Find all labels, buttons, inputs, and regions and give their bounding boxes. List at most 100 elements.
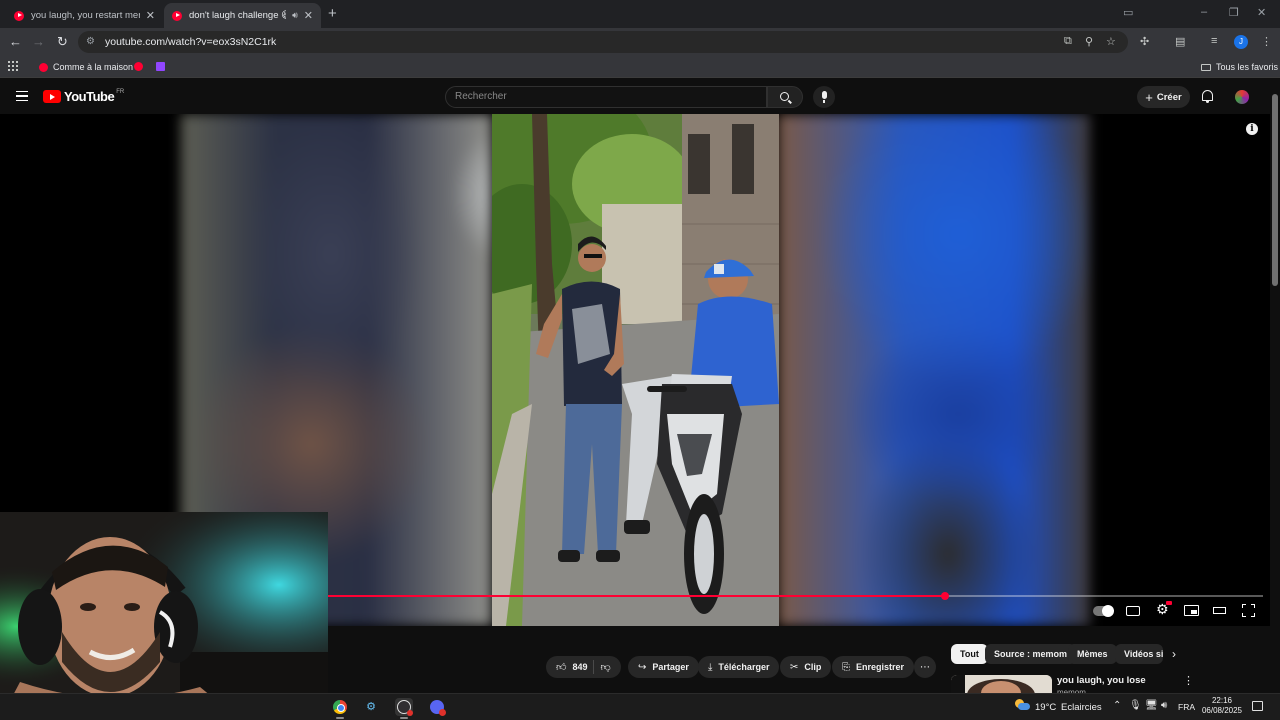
taskbar-obs[interactable]	[395, 698, 413, 719]
save-button[interactable]: ⎘ Enregistrer	[832, 656, 915, 678]
filter-chip-source[interactable]: Source : memom	[985, 644, 1077, 664]
close-tab-icon[interactable]: ✕	[146, 9, 155, 22]
create-button[interactable]: + Créer	[1137, 86, 1190, 108]
youtube-favicon-icon	[39, 62, 48, 72]
bookmark-youtube[interactable]	[134, 62, 148, 71]
filter-chip-similar-videos[interactable]: Vidéos si	[1115, 644, 1163, 664]
bookmark-twitch[interactable]	[156, 62, 165, 71]
more-vertical-icon[interactable]: ⋮	[1183, 674, 1194, 687]
tray-network-icon[interactable]: 🖥︎	[1145, 700, 1158, 711]
reload-icon[interactable]: ↻	[57, 34, 68, 50]
plus-icon: +	[1145, 89, 1153, 105]
scissors-icon: ✂	[790, 661, 799, 673]
tray-chevron-up-icon[interactable]: ⌃	[1113, 700, 1121, 711]
taskbar-steam[interactable]: ⚙︎	[362, 698, 380, 716]
bookmark-comme-a-la-maison[interactable]: Comme à la maison	[39, 62, 133, 72]
browser-menu-icon[interactable]: ⋮	[1261, 35, 1272, 48]
taskbar-chrome[interactable]	[331, 698, 349, 719]
obs-icon	[397, 700, 413, 716]
weather-temperature[interactable]: 19°C	[1035, 702, 1056, 713]
subtitles-icon[interactable]	[1126, 606, 1140, 616]
browser-tab-strip: you laugh, you restart meme - ✕ don't la…	[0, 0, 1280, 28]
minimize-icon[interactable]: –	[1201, 6, 1207, 18]
settings-gear-icon[interactable]: ⚙︎	[1156, 601, 1172, 618]
close-tab-icon[interactable]: ✕	[304, 9, 313, 22]
forward-arrow-icon[interactable]: →	[32, 34, 45, 49]
fullscreen-icon[interactable]	[1242, 604, 1255, 617]
thumbnail-illustration	[951, 675, 1052, 695]
webcam-overlay	[0, 512, 328, 720]
new-tab-plus-icon[interactable]: +	[328, 5, 337, 22]
page-scrollbar[interactable]	[1270, 88, 1280, 698]
share-arrow-icon: ↪	[638, 661, 647, 673]
media-controls-icon[interactable]: ≡	[1211, 35, 1217, 47]
notification-center-icon[interactable]	[1252, 701, 1263, 711]
tray-volume-icon[interactable]: 🔊︎	[1161, 700, 1167, 711]
clip-button[interactable]: ✂ Clip	[780, 656, 832, 678]
video-progress-bar[interactable]	[328, 592, 1263, 600]
chrome-icon	[333, 700, 347, 714]
notifications-bell-icon[interactable]	[1202, 90, 1213, 103]
share-button[interactable]: ↪ Partager	[628, 656, 699, 678]
side-panel-icon[interactable]: ▤	[1175, 35, 1185, 48]
autoplay-toggle-icon[interactable]	[1093, 605, 1114, 617]
address-bar[interactable]: ⚙︎ youtube.com/watch?v=eox3sN2C1rk	[78, 31, 1128, 53]
apps-grid-icon[interactable]	[8, 61, 18, 71]
progress-played	[328, 595, 946, 597]
zoom-icon[interactable]: ⚲	[1085, 35, 1093, 48]
tab-you-laugh-you-restart[interactable]: you laugh, you restart meme - ✕	[6, 3, 163, 28]
voice-search-button[interactable]	[813, 86, 835, 108]
tab-search-icon[interactable]: ▭	[1123, 6, 1133, 19]
keyboard-language[interactable]: FRA	[1178, 702, 1195, 712]
discord-icon	[430, 700, 446, 716]
weather-condition[interactable]: Eclaircies	[1061, 702, 1102, 713]
like-divider	[593, 660, 595, 674]
scrollbar-thumb[interactable]	[1272, 94, 1278, 286]
thumbs-up-icon[interactable]: 👍︎	[556, 661, 566, 673]
logo-wordmark: YouTube	[64, 89, 115, 104]
recommendation-title[interactable]: you laugh, you lose	[1057, 675, 1146, 686]
url-text: youtube.com/watch?v=eox3sN2C1rk	[105, 36, 277, 48]
menu-hamburger-icon[interactable]	[16, 91, 28, 101]
search-button[interactable]	[767, 86, 803, 108]
hd-badge-icon	[1166, 601, 1172, 605]
theater-mode-icon[interactable]	[1213, 607, 1226, 614]
tab-title: don't laugh challenge 😆	[189, 10, 287, 21]
video-scene-illustration	[492, 114, 779, 626]
like-count[interactable]: 849	[572, 662, 587, 672]
speaker-icon[interactable]: 🔊︎	[292, 10, 298, 21]
taskbar-discord[interactable]	[428, 698, 446, 716]
taskbar-clock[interactable]: 22:16 06/08/2025	[1200, 696, 1244, 716]
recommendation-thumbnail[interactable]	[951, 675, 1052, 695]
restore-icon[interactable]: ❐	[1229, 6, 1239, 19]
youtube-logo[interactable]: YouTube FR	[43, 89, 124, 104]
close-window-icon[interactable]: ✕	[1257, 6, 1266, 19]
filter-chip-memes[interactable]: Mèmes	[1068, 644, 1117, 664]
thumbs-down-icon[interactable]: 👎︎	[600, 661, 610, 673]
more-actions-button[interactable]: ⋯	[914, 656, 936, 678]
info-icon[interactable]: i	[1246, 123, 1258, 135]
tray-microphone-icon[interactable]: 🎙︎	[1129, 700, 1142, 711]
bookmark-star-icon[interactable]: ☆	[1106, 35, 1116, 48]
browser-profile-avatar[interactable]: J	[1234, 35, 1248, 49]
download-button[interactable]: ⤓ Télécharger	[698, 656, 780, 678]
weather-partly-cloudy-icon[interactable]	[1014, 699, 1030, 711]
browser-toolbar: ← → ↻ ⚙︎ youtube.com/watch?v=eox3sN2C1rk…	[0, 28, 1280, 56]
save-label: Enregistrer	[856, 662, 905, 672]
tab-dont-laugh-challenge[interactable]: don't laugh challenge 😆 🔊︎ ✕	[164, 3, 321, 28]
search-input[interactable]	[455, 91, 755, 102]
filter-chip-all[interactable]: Tout	[951, 644, 988, 664]
install-app-icon[interactable]: ⧉	[1064, 35, 1072, 48]
back-arrow-icon[interactable]: ←	[9, 34, 22, 49]
clip-label: Clip	[804, 662, 822, 672]
chevron-right-icon[interactable]: ›	[1172, 647, 1176, 661]
microphone-icon	[821, 91, 827, 103]
site-settings-icon[interactable]: ⚙︎	[86, 36, 97, 47]
youtube-play-logo-icon	[43, 90, 61, 103]
extensions-puzzle-icon[interactable]: ✣	[1140, 35, 1149, 48]
more-horizontal-icon: ⋯	[920, 661, 930, 673]
youtube-account-avatar[interactable]	[1235, 90, 1249, 104]
all-bookmarks-label: Tous les favoris	[1216, 62, 1279, 72]
miniplayer-icon[interactable]	[1184, 605, 1199, 616]
all-bookmarks-folder[interactable]: Tous les favoris	[1201, 62, 1278, 72]
